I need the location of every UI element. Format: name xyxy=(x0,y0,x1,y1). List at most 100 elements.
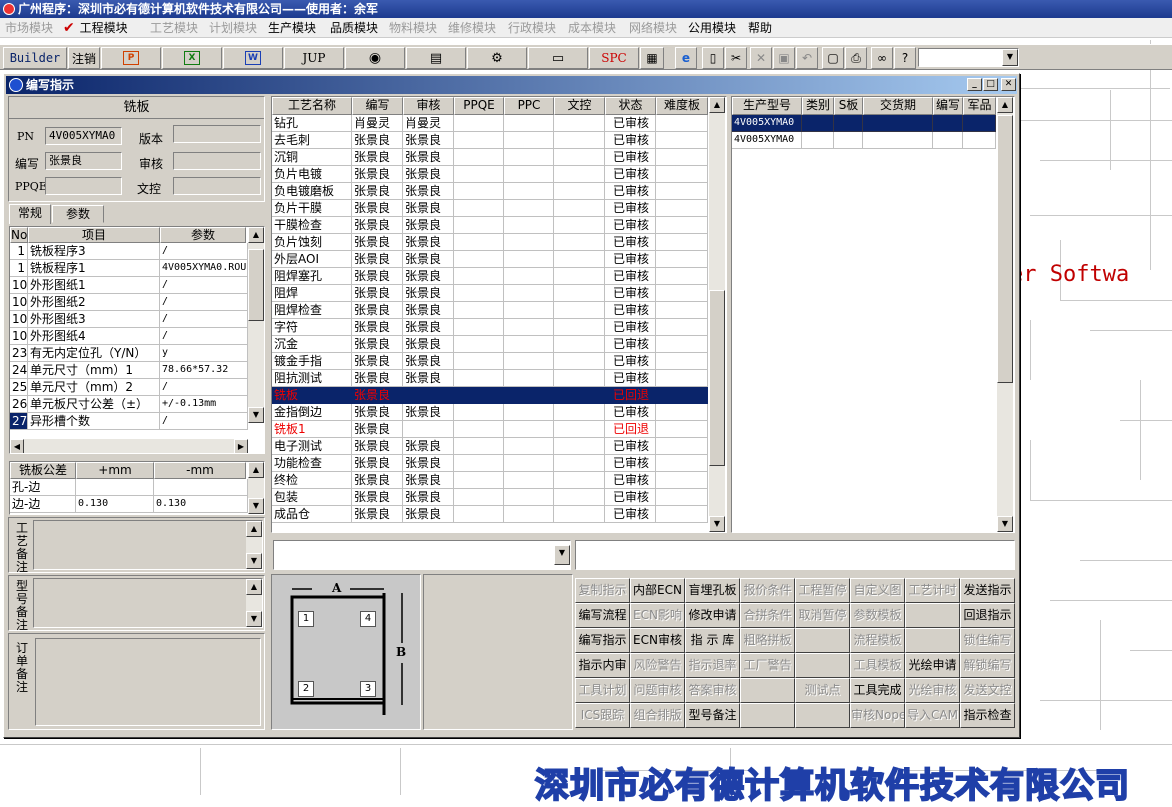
model-row[interactable]: 4V005XYMA0 xyxy=(732,132,996,149)
param-row[interactable]: 26 单元板尺寸公差（±） +/-0.13mm xyxy=(10,396,248,413)
param-row[interactable]: 10 外形图纸1/ xyxy=(10,277,248,294)
scroll-up-icon[interactable]: ▲ xyxy=(246,521,262,537)
process-row[interactable]: 负片蚀刻 张景良 张景良 已审核 xyxy=(272,234,708,251)
scroll-thumb[interactable] xyxy=(709,290,725,466)
chevron-down-icon[interactable]: ▼ xyxy=(1002,49,1018,66)
menu-item-12[interactable]: 帮助 xyxy=(748,20,772,36)
param-row[interactable]: 1 铣板程序3/ xyxy=(10,243,248,260)
scroll-left-icon[interactable]: ◀ xyxy=(10,439,24,453)
menu-item-1[interactable]: ✔ 工程模块 xyxy=(63,20,128,36)
tolerance-row[interactable]: 边-边 0.130 0.130 xyxy=(10,496,248,513)
menu-item-2[interactable]: 工艺模块 xyxy=(150,20,198,36)
action-button-2-6[interactable] xyxy=(905,628,960,653)
action-button-1-4[interactable]: 取消暂停 xyxy=(795,603,850,628)
note-scrollbar[interactable]: ▲ ▼ xyxy=(246,579,262,627)
param-row[interactable]: 10 外形图纸3/ xyxy=(10,311,248,328)
calendar-button[interactable]: ▦ xyxy=(640,47,664,69)
param-row[interactable]: 1 铣板程序1 4V005XYMA0.ROU xyxy=(10,260,248,277)
menu-item-10[interactable]: 网络模块 xyxy=(629,20,677,36)
builder-button[interactable]: Builder xyxy=(3,47,67,69)
ie-button[interactable]: e xyxy=(675,47,697,69)
computer-button[interactable]: ▭ xyxy=(528,47,588,69)
review-field[interactable] xyxy=(173,152,261,170)
param-row[interactable]: 10 外形图纸2/ xyxy=(10,294,248,311)
menu-item-9[interactable]: 成本模块 xyxy=(568,20,616,36)
remark-input[interactable] xyxy=(575,540,1015,570)
writer-field[interactable]: 张景良 xyxy=(45,152,122,170)
scroll-up-icon[interactable]: ▲ xyxy=(997,97,1013,113)
process-row[interactable]: 负电镀磨板 张景良 张景良 已审核 xyxy=(272,183,708,200)
action-button-4-5[interactable]: 工具完成 xyxy=(850,678,905,703)
process-row[interactable]: 镀金手指 张景良 张景良 已审核 xyxy=(272,353,708,370)
action-button-3-6[interactable]: 光绘申请 xyxy=(905,653,960,678)
scroll-up-icon[interactable]: ▲ xyxy=(248,462,264,478)
minimize-button[interactable]: _ xyxy=(967,78,982,91)
tab-general[interactable]: 常规 xyxy=(9,204,51,224)
action-button-2-5[interactable]: 流程模板 xyxy=(850,628,905,653)
param-row[interactable]: 10 外形图纸4/ xyxy=(10,328,248,345)
action-button-4-6[interactable]: 光绘审核 xyxy=(905,678,960,703)
action-button-5-2[interactable]: 型号备注 xyxy=(685,703,740,728)
process-row[interactable]: 阻焊检查 张景良 张景良 已审核 xyxy=(272,302,708,319)
help-button[interactable]: ? xyxy=(894,47,916,69)
action-button-2-7[interactable]: 锁住编写 xyxy=(960,628,1015,653)
param-row[interactable]: 24 单元尺寸（mm）1 78.66*57.32 xyxy=(10,362,248,379)
undo-button[interactable]: ↶ xyxy=(796,47,818,69)
process-row[interactable]: 负片干膜 张景良 张景良 已审核 xyxy=(272,200,708,217)
col-ppqe[interactable]: PPQE xyxy=(454,97,504,115)
action-button-2-4[interactable] xyxy=(795,628,850,653)
scroll-thumb[interactable] xyxy=(997,115,1013,383)
action-button-4-7[interactable]: 发送文控 xyxy=(960,678,1015,703)
tab-params[interactable]: 参数 xyxy=(52,205,104,223)
process-row[interactable]: 外层AOI 张景良 张景良 已审核 xyxy=(272,251,708,268)
col-process-name[interactable]: 工艺名称 xyxy=(272,97,352,115)
action-button-0-0[interactable]: 复制指示 xyxy=(575,578,630,603)
logout-button[interactable]: 注销 xyxy=(68,47,100,69)
scroll-down-icon[interactable]: ▼ xyxy=(248,407,264,423)
menu-item-7[interactable]: 维修模块 xyxy=(448,20,496,36)
process-row[interactable]: 功能检查 张景良 张景良 已审核 xyxy=(272,455,708,472)
word-button[interactable]: W xyxy=(223,47,283,69)
col-category[interactable]: 类别 xyxy=(802,97,834,115)
process-note-textarea[interactable]: ▲ ▼ xyxy=(33,520,263,570)
scroll-up-icon[interactable]: ▲ xyxy=(248,227,264,243)
excel-button[interactable]: X xyxy=(162,47,222,69)
menu-item-0[interactable]: 市场模块 xyxy=(5,20,53,36)
scroll-thumb[interactable] xyxy=(248,249,264,321)
preview-button[interactable]: ▢ xyxy=(822,47,844,69)
action-button-4-3[interactable] xyxy=(740,678,795,703)
scroll-down-icon[interactable]: ▼ xyxy=(246,611,262,627)
action-button-4-0[interactable]: 工具计划 xyxy=(575,678,630,703)
action-button-1-2[interactable]: 修改申请 xyxy=(685,603,740,628)
action-button-5-1[interactable]: 组合排版 xyxy=(630,703,685,728)
process-row[interactable]: 铣板 张景良 已回退 xyxy=(272,387,708,404)
param-row[interactable]: 25 单元尺寸（mm）2/ xyxy=(10,379,248,396)
col-s-board[interactable]: S板 xyxy=(834,97,863,115)
tolerance-row[interactable]: 孔-边 xyxy=(10,479,248,496)
col-model[interactable]: 生产型号 xyxy=(732,97,802,115)
menu-item-6[interactable]: 物料模块 xyxy=(389,20,437,36)
scroll-down-icon[interactable]: ▼ xyxy=(997,516,1013,532)
maximize-button[interactable]: □ xyxy=(983,78,998,91)
param-row[interactable]: 27 异形槽个数 / xyxy=(10,413,248,430)
model-note-textarea[interactable]: ▲ ▼ xyxy=(33,578,263,628)
process-combo[interactable]: ▼ xyxy=(273,540,571,570)
col-military[interactable]: 军品 xyxy=(963,97,996,115)
action-button-3-2[interactable]: 指示退率 xyxy=(685,653,740,678)
action-button-5-0[interactable]: ICS跟踪 xyxy=(575,703,630,728)
menu-item-5[interactable]: 品质模块 xyxy=(330,20,378,36)
action-button-2-2[interactable]: 指 示 库 xyxy=(685,628,740,653)
model-scrollbar[interactable]: ▲ ▼ xyxy=(997,97,1013,532)
action-button-3-7[interactable]: 解锁编写 xyxy=(960,653,1015,678)
action-button-0-4[interactable]: 工程暂停 xyxy=(795,578,850,603)
process-row[interactable]: 阻抗测试 张景良 张景良 已审核 xyxy=(272,370,708,387)
process-row[interactable]: 成品仓 张景良 张景良 已审核 xyxy=(272,506,708,523)
scroll-down-icon[interactable]: ▼ xyxy=(709,516,725,532)
col-writer[interactable]: 编写 xyxy=(352,97,403,115)
process-row[interactable]: 阻焊 张景良 张景良 已审核 xyxy=(272,285,708,302)
delete-button[interactable]: ✕ xyxy=(750,47,772,69)
process-row[interactable]: 包装 张景良 张景良 已审核 xyxy=(272,489,708,506)
process-scrollbar[interactable]: ▲ ▼ xyxy=(709,97,725,532)
scroll-up-icon[interactable]: ▲ xyxy=(246,579,262,595)
scroll-down-icon[interactable]: ▼ xyxy=(248,498,264,514)
